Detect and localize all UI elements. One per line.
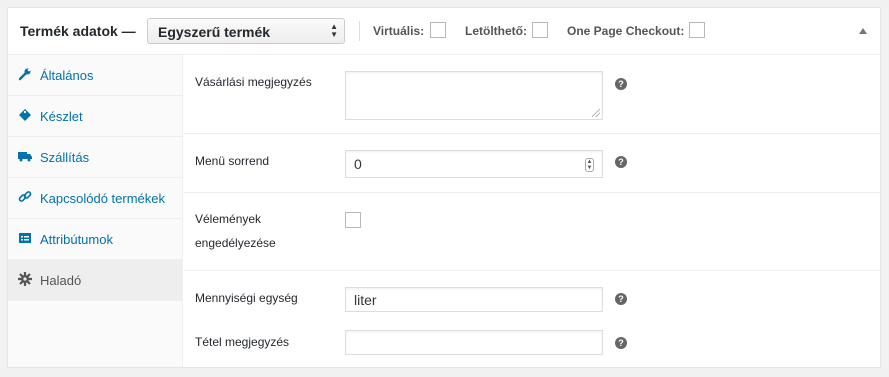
unit-input[interactable]: liter	[345, 287, 603, 312]
product-type-select[interactable]: Egyszerű termék ▲ ▼	[147, 18, 345, 44]
truck-icon	[18, 152, 32, 162]
number-stepper-icon[interactable]: ▲ ▼	[585, 158, 594, 172]
tab-advanced-label: Haladó	[40, 273, 82, 288]
purchase-note-label: Vásárlási megjegyzés	[195, 75, 312, 89]
header-divider	[359, 21, 360, 41]
collapse-toggle-icon[interactable]	[859, 28, 867, 34]
product-data-panel: Termék adatok — Egyszerű termék ▲ ▼ Virtu…	[7, 7, 881, 368]
reviews-label-line1: Vélemények	[195, 212, 262, 226]
purchase-note-textarea[interactable]	[345, 71, 603, 120]
gear-icon	[18, 272, 32, 286]
tab-general[interactable]: Általános	[8, 55, 182, 96]
link-icon	[18, 191, 32, 202]
tab-attributes-label: Attribútumok	[40, 232, 113, 247]
panel-title: Termék adatok —	[20, 23, 136, 39]
tab-linked-products-label: Kapcsolódó termékek	[40, 191, 166, 206]
tab-shipping[interactable]: Szállítás	[8, 137, 182, 178]
opc-label: One Page Checkout:	[567, 24, 685, 38]
menu-order-label: Menü sorrend	[195, 154, 270, 168]
tab-shipping-label: Szállítás	[40, 150, 90, 165]
wrench-icon	[18, 68, 31, 81]
tab-inventory-label: Készlet	[40, 109, 83, 124]
downloadable-checkbox[interactable]	[532, 22, 548, 38]
tab-attributes[interactable]: Attribútumok	[8, 219, 182, 260]
unit-value: liter	[354, 292, 377, 308]
tab-linked-products[interactable]: Kapcsolódó termékek	[8, 178, 182, 219]
downloadable-label: Letölthető:	[465, 24, 527, 38]
resize-handle-icon[interactable]	[592, 109, 600, 117]
tag-icon	[19, 109, 31, 121]
product-tabs-sidebar: Általános Készlet Szállítás Kapcsolódó t…	[8, 55, 183, 367]
menu-order-help-icon[interactable]: ?	[615, 156, 627, 168]
virtual-checkbox[interactable]	[430, 22, 446, 38]
select-arrows-icon: ▲ ▼	[330, 22, 338, 39]
virtual-label: Virtuális:	[373, 24, 425, 38]
menu-order-value: 0	[354, 156, 362, 172]
unit-help-icon[interactable]: ?	[615, 293, 627, 305]
opc-checkbox[interactable]	[689, 22, 705, 38]
item-note-input[interactable]	[345, 330, 603, 355]
menu-order-input[interactable]: 0 ▲ ▼	[345, 150, 603, 178]
product-type-value: Egyszerű termék	[158, 24, 271, 40]
reviews-label-line2: engedélyezése	[195, 236, 276, 250]
list-icon	[19, 233, 31, 243]
reviews-checkbox[interactable]	[345, 212, 361, 228]
panel-header: Termék adatok — Egyszerű termék ▲ ▼ Virtu…	[8, 8, 880, 55]
item-note-label: Tétel megjegyzés	[195, 335, 290, 349]
reviews-row	[184, 193, 880, 271]
tab-inventory[interactable]: Készlet	[8, 96, 182, 137]
tab-general-label: Általános	[40, 68, 94, 83]
purchase-note-help-icon[interactable]: ?	[615, 78, 627, 90]
tab-advanced[interactable]: Haladó	[8, 260, 182, 301]
unit-label: Mennyiségi egység	[195, 291, 298, 305]
item-note-help-icon[interactable]: ?	[615, 337, 627, 349]
